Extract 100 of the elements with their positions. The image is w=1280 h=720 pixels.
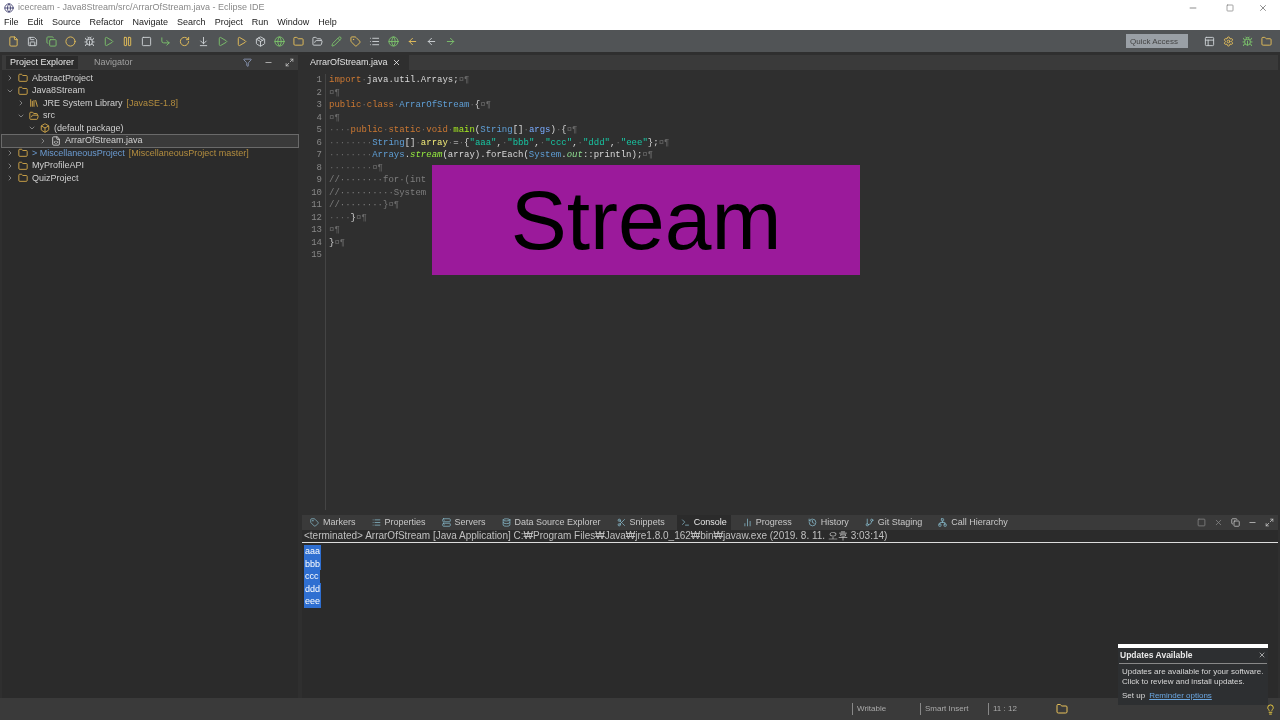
arrow-left-icon[interactable]: [407, 35, 418, 47]
history-icon: [807, 518, 817, 527]
package-icon[interactable]: [255, 35, 266, 47]
maximize-icon[interactable]: [1265, 518, 1274, 527]
caption-banner: Stream: [432, 165, 860, 275]
tree-item[interactable]: QuizProject: [2, 172, 298, 185]
quick-access-field[interactable]: Quick Access: [1126, 34, 1188, 48]
reminder-options-link[interactable]: Reminder options: [1149, 689, 1212, 702]
filter-icon[interactable]: [243, 58, 252, 67]
tag-icon[interactable]: [350, 35, 361, 47]
view-tab[interactable]: Data Source Explorer: [497, 515, 605, 530]
view-tab[interactable]: Project Explorer: [6, 55, 79, 70]
globe-icon[interactable]: [274, 35, 285, 47]
folder-icon: [18, 148, 28, 159]
remove-icon[interactable]: [1214, 518, 1223, 527]
menu-item[interactable]: Source: [52, 15, 81, 30]
code-line: public·class·ArrarOfStream·{¤¶: [329, 99, 493, 112]
tree-label: > MiscellaneousProject: [32, 146, 125, 160]
folder-icon[interactable]: [1261, 35, 1272, 47]
menu-item[interactable]: Project: [214, 15, 243, 30]
editor-tab[interactable]: ArrarOfStream.java: [302, 55, 409, 70]
folder-icon[interactable]: [312, 35, 323, 47]
app-icon: [4, 2, 14, 13]
view-tab[interactable]: History: [803, 515, 853, 530]
window-title: icecream - Java8Stream/src/ArrarOfStream.java - Eclipse IDE: [18, 0, 265, 14]
tree-item[interactable]: src: [2, 109, 298, 122]
menu-item[interactable]: Help: [318, 15, 337, 30]
tree-label: AbstractProject: [32, 71, 94, 85]
folder-icon[interactable]: [1056, 703, 1068, 715]
code-line: ¤¶: [329, 111, 341, 124]
code-line: ········¤¶: [329, 161, 384, 174]
bug-icon[interactable]: [1242, 35, 1253, 47]
perspective-icon[interactable]: [1204, 35, 1215, 47]
tree-item[interactable]: > MiscellaneousProject [MiscellaneousProject master]: [2, 147, 298, 160]
tree-item[interactable]: AbstractProject: [2, 72, 298, 85]
tree-suffix: [JavaSE-1.8]: [126, 96, 179, 110]
menu-item[interactable]: Window: [277, 15, 310, 30]
tree-item[interactable]: MyProfileAPI: [2, 159, 298, 172]
bug-icon[interactable]: [84, 35, 95, 47]
code-line: }¤¶: [329, 236, 347, 249]
line-number: 11: [311, 199, 322, 212]
copy-icon[interactable]: [1231, 518, 1240, 527]
code-line: //··········System: [329, 186, 428, 199]
tree-item[interactable]: (default package): [2, 122, 298, 135]
view-tab[interactable]: Properties: [367, 515, 430, 530]
view-tab[interactable]: Markers: [306, 515, 360, 530]
play-icon[interactable]: [103, 35, 114, 47]
list-icon[interactable]: [369, 35, 380, 47]
view-tab[interactable]: Snippets: [612, 515, 669, 530]
line-number: 15: [311, 249, 322, 262]
line-number: 13: [311, 224, 322, 237]
globe-icon[interactable]: [388, 35, 399, 47]
stop-icon[interactable]: [1197, 518, 1206, 527]
close-icon[interactable]: [391, 58, 401, 67]
arrow-right-icon[interactable]: [445, 35, 456, 47]
maximize-icon[interactable]: [285, 58, 294, 67]
play-icon[interactable]: [236, 35, 247, 47]
code-line: ····}¤¶: [329, 211, 368, 224]
menu-item[interactable]: Refactor: [89, 15, 124, 30]
redo-icon[interactable]: [179, 35, 190, 47]
file-icon[interactable]: [8, 35, 19, 47]
folder-icon: [18, 85, 28, 96]
arrow-left-icon[interactable]: [426, 35, 437, 47]
tree-item[interactable]: Java8Stream: [2, 84, 298, 97]
tree-item[interactable]: JRE System Library [JavaSE-1.8]: [2, 97, 298, 110]
menu-item[interactable]: Edit: [27, 15, 44, 30]
view-tab[interactable]: Navigator: [90, 55, 137, 70]
copy-icon[interactable]: [46, 35, 57, 47]
menu-item[interactable]: Run: [251, 15, 269, 30]
view-tab[interactable]: Git Staging: [860, 515, 927, 530]
tree-item[interactable]: ArrarOfStream.java: [2, 134, 298, 147]
lightbulb-icon[interactable]: [1265, 703, 1276, 715]
pause-icon[interactable]: [122, 35, 133, 47]
folder-icon[interactable]: [293, 35, 304, 47]
branch-icon: [864, 518, 874, 527]
status-field: Smart Insert: [920, 703, 988, 715]
view-tab[interactable]: Progress: [738, 515, 796, 530]
line-number: 14: [311, 236, 322, 249]
view-tab[interactable]: Servers: [437, 515, 490, 530]
tree-label: JRE System Library: [43, 96, 123, 110]
play-icon[interactable]: [217, 35, 228, 47]
menu-item[interactable]: Navigate: [132, 15, 169, 30]
folder-icon: [18, 73, 28, 84]
view-tab[interactable]: Call Hierarchy: [934, 515, 1012, 530]
view-tab[interactable]: Console: [676, 515, 731, 530]
status-field: 11 : 12: [988, 703, 1048, 715]
line-number: 6: [316, 136, 322, 149]
code-line: //········for·(int: [329, 174, 428, 187]
save-icon[interactable]: [27, 35, 38, 47]
menu-item[interactable]: Search: [177, 15, 206, 30]
tree-label: src: [43, 109, 55, 122]
folder-icon: [18, 160, 28, 171]
pencil-icon[interactable]: [331, 35, 342, 47]
step-icon[interactable]: [160, 35, 171, 47]
close-icon[interactable]: [1258, 651, 1266, 660]
gear-icon[interactable]: [1223, 35, 1234, 47]
code-line: ····public·static·void·main(String[]·args)·{¤¶: [329, 124, 579, 137]
code-line: //········}¤¶: [329, 199, 401, 212]
menu-item[interactable]: File: [4, 15, 19, 30]
circle-icon[interactable]: [65, 35, 76, 47]
